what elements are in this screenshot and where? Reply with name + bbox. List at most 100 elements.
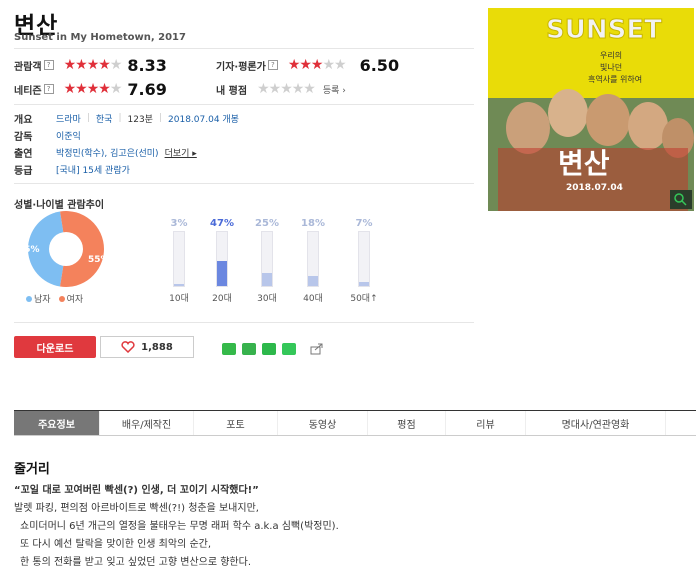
overview-label: 개요 [14,114,33,126]
tab-quotes-related[interactable]: 명대사/연관영화 [526,411,666,435]
my-rating-stars[interactable]: ★★★★★ [257,81,316,97]
age-label: 10대 [169,294,189,304]
director-label: 감독 [14,131,33,143]
age-fill [174,283,184,286]
like-button[interactable]: 1,888 [100,336,194,358]
runtime: 123분 [127,114,153,125]
netizen-stars: ★★★★★ [63,81,123,97]
audience-score: 8.33 [127,55,167,75]
line-share-icon[interactable] [222,343,236,355]
cast-label: 출연 [14,148,33,160]
blog-share-icon[interactable] [262,343,276,355]
help-icon[interactable]: ? [43,84,54,94]
divider [14,322,474,323]
age-label: 30대 [257,294,277,304]
age-track [358,231,370,287]
age-label: 40대 [303,294,323,304]
legend-male-label: 남자 [34,295,51,305]
zoom-button[interactable] [670,190,692,209]
netizen-rating-row: 네티즌 ? ★★★★★ 7.69 [14,79,167,99]
cast-row: 출연 박정민(학수), 김고은(선미) 더보기 ▸ [14,144,197,160]
share-out-icon[interactable] [310,343,324,355]
age-track [216,231,228,287]
donut-hole [49,232,83,266]
female-pct-label: 55% [88,255,110,265]
age-pct: 3% [170,218,188,229]
tab-rating[interactable]: 평점 [368,411,446,435]
tab-video[interactable]: 동영상 [278,411,368,435]
age-bar-20: 47% 20대 [207,218,237,304]
plot-heading: 줄거리 [14,462,50,477]
poster-title: 변산 [558,147,610,180]
gender-legend: 남자 여자 [26,292,83,305]
poster-headline: SUNSET [546,15,662,45]
director-link[interactable]: 이준익 [56,129,81,142]
like-count: 1,888 [141,341,173,353]
age-fill [359,282,369,286]
age-track [307,231,319,287]
critic-score: 6.50 [359,55,400,75]
age-label: 50대↑ [350,294,378,304]
legend-female: 여자 [58,292,84,305]
age-pct: 25% [255,218,279,229]
register-rating-link[interactable]: 등록 › [323,83,346,96]
grade-link[interactable]: [국내] 15세 관람가 [56,163,130,176]
poster-tagline-3: 흑역사를 위하여 [588,74,642,84]
critic-stars: ★★★★★ [287,57,347,73]
plot-line: 발렛 파킹, 편의점 아르바이트로 빡센(?!) 청춘을 보내지만, [14,503,259,514]
netizen-rating-label: 네티즌 [14,85,42,97]
help-icon[interactable]: ? [43,60,54,70]
age-fill [262,272,272,286]
my-rating-label: 내 평점 [216,85,248,97]
plot-line: 또 다시 예선 탈락을 맞이한 인생 최악의 순간, [20,539,212,550]
tab-main-info[interactable]: 주요정보 [14,411,100,435]
grade-label: 등급 [14,165,33,177]
cafe-share-icon[interactable] [282,343,296,355]
male-pct-label: 45% [18,245,40,255]
legend-female-label: 여자 [66,295,84,305]
poster-date: 2018.07.04 [566,183,623,193]
movie-poster[interactable]: SUNSET 우리의 빛나던 흑역사를 위하여 변산 2018.07.04 [488,8,694,211]
tab-review[interactable]: 리뷰 [446,411,526,435]
age-label: 20대 [212,294,232,304]
age-pct: 47% [210,218,234,229]
plot-line: 쇼미더머니 6년 개근의 열정을 불태우는 무명 래퍼 학수 a.k.a 심뻑(… [20,521,339,532]
genre-link[interactable]: 드라마 [56,112,81,125]
tab-bar: 주요정보 배우/제작진 포토 동영상 평점 리뷰 명대사/연관영화 [14,410,696,436]
grade-row: 등급 [국내] 15세 관람가 [14,161,130,177]
download-button[interactable]: 다운로드 [14,336,96,358]
overview-row: 개요 드라마 | 한국 | 123분 | 2018.07.04 개봉 [14,110,239,126]
poster-tagline-1: 우리의 [600,50,622,60]
release-date-link[interactable]: 2018.07.04 개봉 [168,112,239,125]
cast-more-link[interactable]: 더보기 ▸ [165,146,197,159]
plot-line: 한 통의 전화를 받고 잊고 싶었던 고향 변산으로 향한다. [20,557,252,568]
age-pct: 18% [301,218,325,229]
help-icon[interactable]: ? [267,60,278,70]
critic-rating-label: 기자·평론가 [216,61,266,73]
my-rating-row: 내 평점 ★★★★★ 등록 › [216,79,346,99]
netizen-score: 7.69 [127,79,167,99]
band-share-icon[interactable] [242,343,256,355]
age-pct: 7% [355,218,373,229]
cast-link[interactable]: 박정민(학수), 김고은(선미) [56,146,159,159]
tab-photo[interactable]: 포토 [194,411,278,435]
country-link[interactable]: 한국 [96,112,113,125]
divider [14,104,474,105]
movie-subtitle: Sunset in My Hometown, 2017 [14,32,186,43]
audience-rating-row: 관람객 ? ★★★★★ 8.33 [14,55,167,75]
divider [14,48,474,49]
share-icons [222,343,324,355]
age-bar-30: 25% 30대 [252,218,282,304]
audience-stars: ★★★★★ [63,57,123,73]
age-bar-50: 7% 50대↑ [346,218,382,304]
gender-donut-chart: 45% 55% [18,211,110,287]
age-bar-10: 3% 10대 [164,218,194,304]
tab-cast-crew[interactable]: 배우/제작진 [100,411,194,435]
age-track [173,231,185,287]
poster-image: SUNSET 우리의 빛나던 흑역사를 위하여 변산 2018.07.04 [488,8,694,211]
male-dot-icon [26,296,32,302]
critic-rating-row: 기자·평론가 ? ★★★★★ 6.50 [216,55,399,75]
legend-male: 남자 [26,292,51,305]
director-row: 감독 이준익 [14,127,81,143]
age-bar-40: 18% 40대 [298,218,328,304]
